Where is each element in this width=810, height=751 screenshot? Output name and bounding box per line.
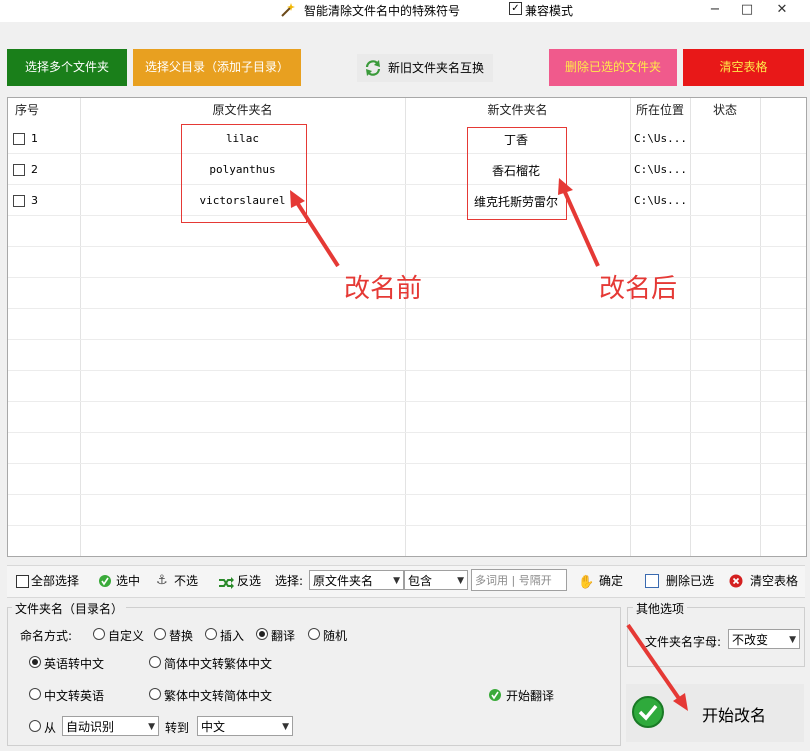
compat-mode-label: 兼容模式 bbox=[525, 4, 574, 18]
check-circle-icon bbox=[488, 688, 502, 705]
shuffle-icon bbox=[218, 575, 234, 595]
chevron-down-icon: ▼ bbox=[148, 722, 155, 732]
before-annotation: 改名前 bbox=[344, 274, 423, 304]
select-all-label: 全部选择 bbox=[31, 574, 80, 588]
chevron-down-icon: ▼ bbox=[393, 576, 400, 586]
compat-mode-checkbox[interactable]: ✓ bbox=[509, 2, 522, 15]
swap-names-button[interactable]: 新旧文件夹名互换 bbox=[357, 54, 493, 82]
hand-icon: ✋ bbox=[578, 575, 595, 590]
chevron-down-icon: ▼ bbox=[282, 722, 289, 732]
delete-list-icon bbox=[645, 574, 659, 588]
select-parent-button[interactable]: 选择父目录（添加子目录） bbox=[133, 49, 301, 86]
chevron-down-icon: ▼ bbox=[457, 576, 464, 586]
source-language-select[interactable]: 自动识别 ▼ bbox=[62, 716, 159, 736]
minimize-button[interactable]: − bbox=[705, 2, 725, 17]
keyword-input[interactable]: 多词用 | 号隔开 bbox=[471, 569, 567, 591]
target-language-select[interactable]: 中文 ▼ bbox=[197, 716, 293, 736]
folder-table[interactable]: 序号 原文件夹名 新文件夹名 所在位置 状态 1 lilac 丁香 C:\Us.… bbox=[7, 97, 807, 557]
after-annotation: 改名后 bbox=[599, 274, 678, 304]
delete-selected-button[interactable]: 删除已选 bbox=[645, 571, 717, 591]
anchor-icon: ⚓ bbox=[156, 573, 168, 588]
clear-table-button[interactable]: 清空表格 bbox=[683, 49, 804, 86]
maximize-button[interactable]: □ bbox=[737, 2, 757, 17]
select-folders-button[interactable]: 选择多个文件夹 bbox=[7, 49, 127, 86]
select-all-checkbox[interactable] bbox=[16, 575, 29, 588]
match-select[interactable]: 包含 ▼ bbox=[404, 570, 468, 590]
annotation-arrows bbox=[290, 178, 600, 268]
check-button[interactable]: 选中 bbox=[98, 571, 146, 591]
uncheck-button[interactable]: ⚓ 不选 bbox=[156, 571, 204, 591]
to-label: 转到 bbox=[165, 721, 190, 735]
magic-wand-icon bbox=[280, 2, 296, 18]
invert-button[interactable]: 反选 bbox=[218, 571, 266, 591]
cancel-icon bbox=[729, 574, 743, 594]
refresh-icon bbox=[364, 59, 382, 87]
start-rename-arrow bbox=[626, 623, 688, 711]
naming-mode-label: 命名方式: bbox=[20, 629, 73, 643]
chevron-down-icon: ▼ bbox=[789, 635, 796, 645]
letter-case-select[interactable]: 不改变 ▼ bbox=[728, 629, 800, 649]
folder-name-group-title: 文件夹名（目录名） bbox=[12, 600, 127, 617]
app-title: 智能清除文件名中的特殊符号 bbox=[304, 4, 461, 18]
delete-selected-folders-button[interactable]: 删除已选的文件夹 bbox=[549, 49, 677, 86]
check-circle-icon bbox=[98, 574, 112, 594]
close-button[interactable]: ✕ bbox=[772, 2, 792, 17]
field-select[interactable]: 原文件夹名 ▼ bbox=[309, 570, 404, 590]
select-label: 选择: bbox=[275, 574, 304, 588]
swap-names-label: 新旧文件夹名互换 bbox=[388, 61, 485, 75]
confirm-button[interactable]: ✋ 确定 bbox=[578, 571, 624, 591]
start-translate-button[interactable]: 开始翻译 bbox=[488, 686, 558, 704]
clear-table-small-button[interactable]: 清空表格 bbox=[729, 571, 801, 591]
